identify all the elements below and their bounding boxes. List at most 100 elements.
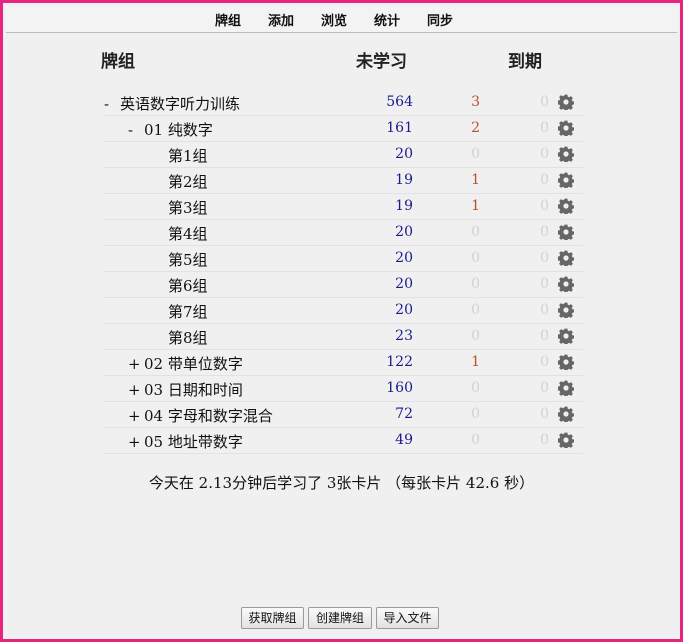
deck-name-label[interactable]: 英语数字听力训练: [120, 95, 240, 113]
deck-options-gear-icon[interactable]: [557, 406, 575, 424]
new-count: 160: [386, 380, 413, 396]
deck-name[interactable]: +04 字母和数字混合: [128, 405, 273, 426]
deck-row: -01 纯数字 161 2 0: [104, 115, 583, 142]
deck-name[interactable]: +05 地址带数字: [128, 431, 243, 452]
learning-count: 0: [471, 328, 480, 344]
collapse-toggle[interactable]: -: [128, 121, 144, 139]
deck-name-label[interactable]: 第7组: [168, 303, 208, 321]
new-count: 20: [395, 146, 413, 162]
deck-row: 第4组 20 0 0: [104, 219, 583, 246]
deck-options-gear-icon[interactable]: [557, 224, 575, 242]
due-count: 0: [540, 302, 549, 318]
deck-options-gear-icon[interactable]: [557, 432, 575, 450]
toolbar-stats-link[interactable]: 统计: [374, 10, 400, 29]
due-count: 0: [540, 198, 549, 214]
due-count: 0: [540, 224, 549, 240]
learning-count: 3: [471, 94, 480, 110]
new-column-header: 未学习: [356, 52, 407, 72]
learning-count: 0: [471, 432, 480, 448]
deck-options-gear-icon[interactable]: [557, 328, 575, 346]
due-count: 0: [540, 94, 549, 110]
deck-options-gear-icon[interactable]: [557, 380, 575, 398]
expand-toggle[interactable]: +: [128, 433, 144, 451]
toolbar-add-link[interactable]: 添加: [268, 10, 294, 29]
due-count: 0: [540, 250, 549, 266]
deck-name[interactable]: 第3组: [168, 197, 208, 218]
get-shared-decks-button[interactable]: 获取牌组: [241, 607, 304, 629]
deck-options-gear-icon[interactable]: [557, 120, 575, 138]
deck-name-label[interactable]: 第3组: [168, 199, 208, 217]
new-count: 49: [395, 432, 413, 448]
deck-options-gear-icon[interactable]: [557, 276, 575, 294]
deck-name[interactable]: -01 纯数字: [128, 119, 213, 140]
learning-count: 0: [471, 302, 480, 318]
learning-count: 0: [471, 146, 480, 162]
import-file-button[interactable]: 导入文件: [376, 607, 439, 629]
learning-count: 0: [471, 276, 480, 292]
toolbar-sync-link[interactable]: 同步: [427, 10, 453, 29]
toolbar-browse-link[interactable]: 浏览: [321, 10, 347, 29]
deck-options-gear-icon[interactable]: [557, 94, 575, 112]
deck-name-label[interactable]: 05 地址带数字: [144, 433, 243, 451]
create-deck-button[interactable]: 创建牌组: [308, 607, 372, 629]
deck-name[interactable]: 第4组: [168, 223, 208, 244]
toolbar-decks-link[interactable]: 牌组: [215, 10, 241, 29]
new-count: 564: [386, 94, 413, 110]
deck-options-gear-icon[interactable]: [557, 172, 575, 190]
learning-count: 0: [471, 250, 480, 266]
expand-toggle[interactable]: +: [128, 355, 144, 373]
study-summary: 今天在 2.13分钟后学习了 3张卡片 （每张卡片 42.6 秒）: [148, 474, 535, 492]
deck-name[interactable]: 第6组: [168, 275, 208, 296]
expand-toggle[interactable]: +: [128, 381, 144, 399]
top-toolbar: 牌组 添加 浏览 统计 同步: [6, 6, 677, 33]
expand-toggle[interactable]: +: [128, 407, 144, 425]
deck-name-label[interactable]: 02 带单位数字: [144, 355, 243, 373]
deck-name[interactable]: - 英语数字听力训练: [104, 93, 240, 114]
deck-name[interactable]: 第8组: [168, 327, 208, 348]
deck-row: +05 地址带数字 49 0 0: [104, 427, 583, 454]
deck-name[interactable]: 第7组: [168, 301, 208, 322]
learning-count: 0: [471, 406, 480, 422]
deck-name-label[interactable]: 01 纯数字: [144, 121, 213, 139]
deck-options-gear-icon[interactable]: [557, 250, 575, 268]
deck-options-gear-icon[interactable]: [557, 198, 575, 216]
due-count: 0: [540, 120, 549, 136]
new-count: 20: [395, 250, 413, 266]
deck-name-label[interactable]: 第8组: [168, 329, 208, 347]
deck-name[interactable]: 第2组: [168, 171, 208, 192]
deck-options-gear-icon[interactable]: [557, 146, 575, 164]
deck-row: 第1组 20 0 0: [104, 141, 583, 168]
deck-row: - 英语数字听力训练 564 3 0: [104, 89, 583, 116]
deck-name-label[interactable]: 第1组: [168, 147, 208, 165]
new-count: 20: [395, 302, 413, 318]
due-count: 0: [540, 432, 549, 448]
deck-name-label[interactable]: 第4组: [168, 225, 208, 243]
due-count: 0: [540, 172, 549, 188]
new-count: 161: [386, 120, 413, 136]
deck-options-gear-icon[interactable]: [557, 302, 575, 320]
new-count: 20: [395, 224, 413, 240]
due-count: 0: [540, 146, 549, 162]
deck-name-label[interactable]: 第6组: [168, 277, 208, 295]
deck-row: 第8组 23 0 0: [104, 323, 583, 350]
due-count: 0: [540, 328, 549, 344]
learning-count: 1: [471, 172, 480, 188]
deck-name[interactable]: 第5组: [168, 249, 208, 270]
due-column-header: 到期: [508, 52, 542, 72]
due-count: 0: [540, 406, 549, 422]
new-count: 122: [386, 354, 413, 370]
deck-name-label[interactable]: 第2组: [168, 173, 208, 191]
deck-name[interactable]: +02 带单位数字: [128, 353, 243, 374]
learning-count: 1: [471, 354, 480, 370]
deck-options-gear-icon[interactable]: [557, 354, 575, 372]
deck-name-label[interactable]: 03 日期和时间: [144, 381, 243, 399]
collapse-toggle[interactable]: -: [104, 95, 120, 113]
learning-count: 0: [471, 380, 480, 396]
deck-row: 第7组 20 0 0: [104, 297, 583, 324]
deck-name-label[interactable]: 第5组: [168, 251, 208, 269]
deck-column-header: 牌组: [101, 52, 135, 72]
deck-name[interactable]: 第1组: [168, 145, 208, 166]
deck-name-label[interactable]: 04 字母和数字混合: [144, 407, 273, 425]
deck-name[interactable]: +03 日期和时间: [128, 379, 243, 400]
learning-count: 0: [471, 224, 480, 240]
